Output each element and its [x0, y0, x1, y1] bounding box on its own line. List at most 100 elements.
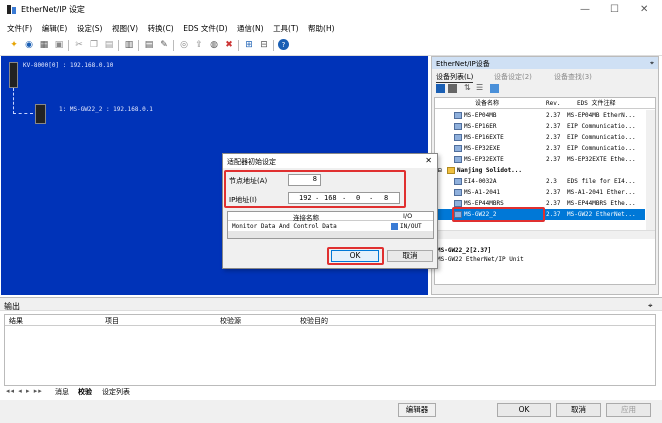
pin-icon[interactable]: ⌖ [650, 59, 654, 68]
view-icon[interactable] [436, 84, 445, 93]
horizontal-scrollbar[interactable] [228, 231, 433, 238]
menu-settings[interactable]: 设定(S) [77, 20, 103, 34]
node-address-input[interactable]: 8 [288, 174, 321, 186]
filter-icon[interactable]: ☰ [476, 83, 483, 92]
stop-icon[interactable]: ✖ [223, 39, 235, 51]
toolbar-separator [173, 40, 174, 51]
tab-device-search[interactable]: 设备查找(3) [554, 72, 592, 82]
menu-edit[interactable]: 编辑(E) [42, 20, 68, 34]
list-item[interactable]: MS-EP32EXE 2.37 EIP Communicatio... [435, 143, 655, 154]
adapter-node-label[interactable]: 1: MS-GW22_2 : 192.168.0.1 [59, 106, 153, 113]
cut-icon[interactable]: ✂ [73, 39, 85, 51]
panel-title: EtherNet/IP设备 [436, 60, 490, 68]
table-icon[interactable]: ⊟ [258, 39, 270, 51]
controller-icon[interactable] [9, 62, 18, 88]
grid-icon[interactable] [448, 84, 457, 93]
menu-view[interactable]: 视图(V) [112, 20, 138, 34]
network-line [13, 88, 14, 114]
device-icon [454, 123, 462, 130]
status-cancel-button[interactable]: 取消 [556, 403, 601, 417]
app-icon [7, 5, 16, 14]
refresh-icon[interactable] [490, 84, 499, 93]
list-item[interactable]: MS-EP16ER 2.37 EIP Communicatio... [435, 121, 655, 132]
tab-messages[interactable]: 消息 [55, 387, 69, 398]
connection-io[interactable]: IN/OUT [400, 223, 422, 230]
setup-icon[interactable]: ✦ [8, 39, 20, 51]
copy-icon[interactable]: ❐ [88, 39, 100, 51]
list-icon[interactable]: ▤ [143, 39, 155, 51]
header-device-name[interactable]: 设备名称 [475, 98, 499, 109]
upload-icon[interactable]: ⇪ [193, 39, 205, 51]
device-icon [454, 112, 462, 119]
app-window: EtherNet/IP 设定 — ☐ ✕ 文件(F) 编辑(E) 设定(S) 视… [0, 0, 662, 423]
monitor-icon[interactable]: ▣ [53, 39, 65, 51]
device-icon [454, 200, 462, 207]
col-io: I/O [403, 212, 413, 220]
device-icon [454, 178, 462, 185]
menu-help[interactable]: 帮助(H) [308, 20, 335, 34]
menu-tools[interactable]: 工具(T) [273, 20, 298, 34]
menu-convert[interactable]: 转换(C) [148, 20, 174, 34]
globe-icon[interactable]: ◉ [23, 39, 35, 51]
device-detail-text: MS-GW22 EtherNet/IP Unit [437, 256, 524, 263]
device-icon [454, 145, 462, 152]
tab-device-settings[interactable]: 设备设定(2) [494, 72, 532, 82]
window-title: EtherNet/IP 设定 [21, 5, 85, 14]
toolbar-separator [273, 40, 274, 51]
maximize-button[interactable]: ☐ [610, 4, 619, 15]
tree-icon[interactable]: ⊞ [243, 39, 255, 51]
menu-eds-file[interactable]: EDS 文件(D) [183, 20, 227, 34]
tab-device-list[interactable]: 设备列表(L) [436, 72, 474, 83]
col-connection-name: 连接名称 [293, 214, 319, 222]
device-list: 设备名称 Rev. EDS 文件注释 MS-EP04MB 2.37 MS-EP04M… [434, 97, 656, 285]
device-icon [454, 134, 462, 141]
help-icon[interactable]: ? [278, 39, 289, 50]
tab-check[interactable]: 校验 [78, 387, 92, 398]
menu-communication[interactable]: 通信(N) [237, 20, 263, 34]
dialog-cancel-button[interactable]: 取消 [387, 250, 433, 262]
list-item[interactable]: EI4-0032A 2.3 EDS file for EI4... [435, 176, 655, 187]
connection-name[interactable]: Monitor Data And Control Data [232, 223, 337, 230]
dialog-close-icon[interactable]: ✕ [425, 156, 432, 165]
network-icon[interactable]: ▦ [38, 39, 50, 51]
sort-icon[interactable]: ⇅ [464, 83, 471, 92]
ip-address-label: IP地址(I) [229, 196, 257, 204]
list-scrollbar[interactable] [646, 110, 655, 230]
minimize-button[interactable]: — [580, 4, 590, 15]
toolbar: ✦ ◉ ▦ ▣ ✂ ❐ ▤ ▥ ▤ ✎ ◎ ⇪ ◍ ✖ ⊞ ⊟ ? [0, 36, 662, 56]
connect-icon[interactable]: ◍ [208, 39, 220, 51]
search-icon[interactable]: ◎ [178, 39, 190, 51]
header-rev[interactable]: Rev. [546, 98, 560, 109]
list-header: 设备名称 Rev. EDS 文件注释 [435, 98, 655, 109]
dialog-ok-button[interactable]: OK [331, 250, 379, 262]
list-item[interactable]: MS-A1-2041 2.37 MS-A1-2041 Ether... [435, 187, 655, 198]
device-icon[interactable]: ▥ [123, 39, 135, 51]
adapter-device-icon[interactable] [35, 104, 46, 124]
collapse-icon[interactable]: ⊟ [438, 165, 442, 176]
paste-icon[interactable]: ▤ [103, 39, 115, 51]
close-button[interactable]: ✕ [640, 4, 648, 15]
ip-address-input[interactable]: 192 . 168 . 0 . 8 [288, 192, 400, 204]
list-item[interactable]: MS-EP04MB 2.37 MS-EP04MB EtherN... [435, 110, 655, 121]
col-check-source[interactable]: 校验源 [220, 316, 241, 326]
tab-nav-arrows[interactable]: ◂◂ ◂ ▸ ▸▸ [6, 387, 43, 398]
edit-icon[interactable]: ✎ [158, 39, 170, 51]
list-item[interactable]: MS-EP32EXTE 2.37 MS-EP32EXTE Ethe... [435, 154, 655, 165]
horizontal-scrollbar[interactable] [435, 230, 655, 239]
controller-label[interactable]: KV-8000[0] : 192.168.0.10 [23, 62, 113, 69]
list-item[interactable]: MS-EP16EXTE 2.37 EIP Communicatio... [435, 132, 655, 143]
device-icon [454, 189, 462, 196]
pin-icon[interactable]: ⌖ [648, 301, 653, 311]
col-result[interactable]: 结果 [9, 316, 23, 326]
col-check-target[interactable]: 校验目的 [300, 316, 328, 326]
col-item[interactable]: 项目 [105, 316, 119, 326]
toolbar-separator [238, 40, 239, 51]
menu-file[interactable]: 文件(F) [7, 20, 32, 34]
tab-settings-list[interactable]: 设定列表 [102, 387, 130, 398]
status-ok-button[interactable]: OK [497, 403, 551, 417]
status-apply-button[interactable]: 应用 [606, 403, 651, 417]
adapter-settings-dialog: 适配器初始设定 ✕ 节点地址(A) 8 IP地址(I) 192 . 168 . … [222, 153, 438, 269]
vendor-folder[interactable]: ⊟ Nanjing Solidot... [435, 165, 655, 176]
header-eds-note[interactable]: EDS 文件注释 [577, 98, 615, 109]
output-header: 输出 ⌖ [0, 297, 662, 311]
